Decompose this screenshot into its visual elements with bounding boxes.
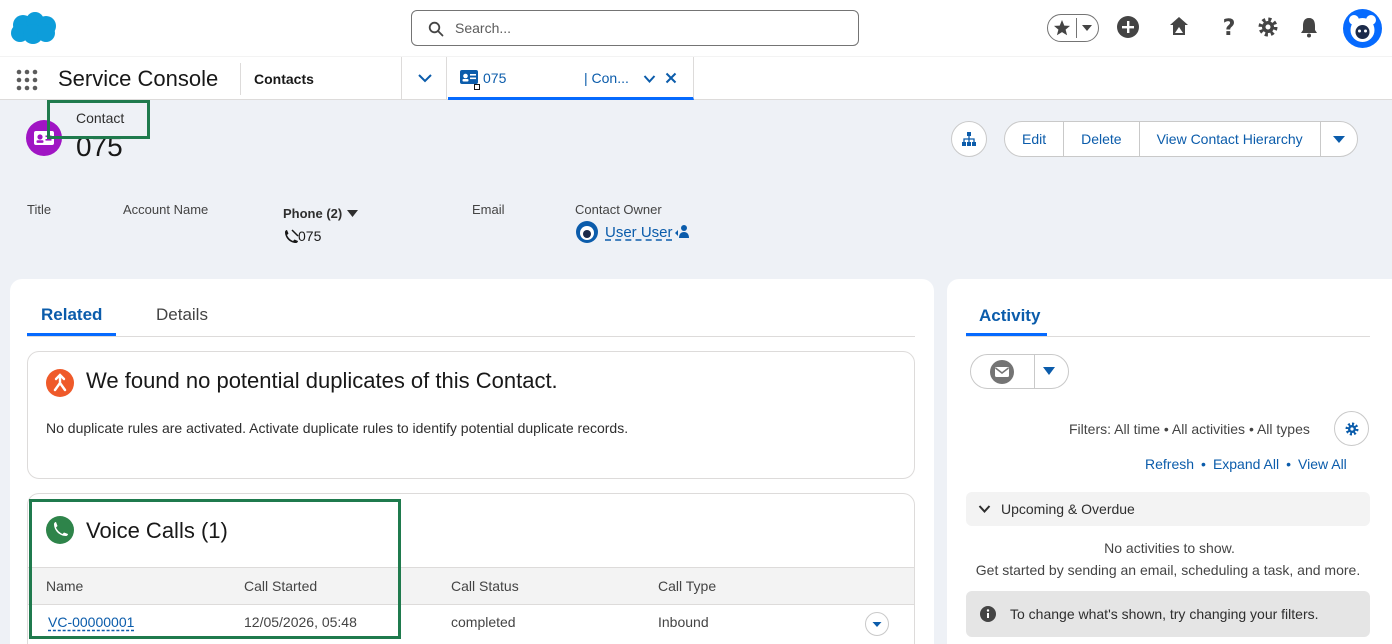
merge-icon — [53, 373, 67, 392]
divider — [1076, 18, 1077, 38]
field-label-contact-owner: Contact Owner — [575, 202, 662, 217]
field-label-title: Title — [27, 202, 52, 217]
filter-settings-button[interactable] — [1334, 411, 1369, 446]
svg-text:?: ? — [1223, 16, 1236, 40]
contact-owner-link[interactable]: User User — [605, 224, 673, 241]
row-actions-button[interactable] — [865, 612, 889, 636]
divider — [27, 336, 915, 337]
help-icon[interactable]: ? — [1216, 14, 1242, 40]
tab-label-suffix: | Con... — [584, 70, 629, 86]
duplicate-check-card: We found no potential duplicates of this… — [27, 351, 915, 479]
separator-dot: • — [1201, 456, 1206, 472]
workspace-tab-contact[interactable]: 075 | Con... — [448, 57, 694, 100]
more-actions-button[interactable] — [1321, 122, 1357, 156]
get-started-text: Get started by sending an email, schedul… — [975, 562, 1361, 578]
search-placeholder: Search... — [455, 20, 512, 36]
caret-down-icon[interactable] — [1042, 366, 1056, 377]
edit-button[interactable]: Edit — [1005, 122, 1065, 156]
nav-menu-button[interactable] — [401, 57, 447, 100]
view-all-link[interactable]: View All — [1298, 456, 1347, 472]
refresh-link[interactable]: Refresh — [1145, 456, 1194, 472]
gear-icon[interactable] — [1255, 14, 1281, 40]
divider — [240, 63, 241, 95]
caret-down-icon[interactable] — [1081, 23, 1093, 33]
user-avatar[interactable] — [1343, 9, 1382, 48]
phone-dropdown[interactable]: Phone (2) — [283, 206, 342, 221]
tab-label: 075 — [483, 70, 507, 86]
phone-value[interactable]: 075 — [298, 228, 321, 244]
view-contact-hierarchy-button[interactable]: View Contact Hierarchy — [1140, 122, 1321, 156]
app-name: Service Console — [58, 66, 219, 91]
astro-avatar-icon — [1349, 15, 1376, 42]
phone-icon — [285, 229, 299, 243]
app-nav-bar: Service Console Contacts 075 | Con... — [0, 56, 1392, 100]
owner-avatar-icon — [576, 221, 598, 243]
filter-info-text: To change what's shown, try changing you… — [1010, 606, 1319, 622]
salesforce-logo[interactable] — [8, 11, 58, 45]
nav-item-contacts[interactable]: Contacts — [254, 71, 314, 87]
app-launcher-icon[interactable] — [15, 68, 39, 92]
global-search-input[interactable]: Search... — [411, 10, 859, 46]
duplicate-icon — [46, 369, 74, 397]
highlight-box — [29, 499, 401, 639]
field-label-email: Email — [472, 202, 505, 217]
delete-button[interactable]: Delete — [1064, 122, 1140, 156]
duplicate-card-text: No duplicate rules are activated. Activa… — [46, 420, 629, 436]
activity-links: Refresh • Expand All • View All — [1145, 456, 1347, 472]
no-activities-text: No activities to show. — [1104, 540, 1235, 556]
caret-down-icon — [1332, 136, 1345, 143]
change-owner-icon[interactable] — [674, 224, 690, 240]
tab-details[interactable]: Details — [156, 305, 208, 325]
divider — [1034, 355, 1035, 388]
separator-dot: • — [1286, 456, 1292, 472]
email-icon[interactable] — [989, 360, 1015, 384]
highlight-box — [47, 100, 150, 139]
bell-icon[interactable] — [1296, 14, 1322, 40]
add-icon[interactable] — [1115, 14, 1141, 40]
chevron-down-icon[interactable] — [643, 74, 656, 84]
activity-filters-text: Filters: All time • All activities • All… — [1069, 421, 1310, 437]
expand-all-link[interactable]: Expand All — [1213, 456, 1279, 472]
trailhead-icon[interactable] — [1166, 14, 1192, 40]
star-icon[interactable] — [1051, 17, 1073, 39]
search-icon — [428, 21, 444, 37]
chevron-down-icon — [978, 505, 991, 513]
hierarchy-icon — [962, 132, 976, 146]
tab-activity[interactable]: Activity — [979, 306, 1040, 326]
favorites-button-group[interactable] — [1047, 14, 1099, 42]
record-actions: Edit Delete View Contact Hierarchy — [1004, 121, 1358, 157]
hierarchy-button[interactable] — [951, 121, 987, 157]
duplicate-card-title: We found no potential duplicates of this… — [86, 368, 558, 393]
close-icon[interactable] — [665, 72, 677, 84]
chevron-down-icon — [418, 74, 432, 83]
tab-related[interactable]: Related — [41, 305, 102, 325]
caret-down-icon — [872, 622, 882, 627]
contact-card-icon — [460, 70, 478, 84]
email-action-group[interactable] — [970, 354, 1069, 389]
filter-info-notice: To change what's shown, try changing you… — [966, 591, 1370, 637]
info-icon — [980, 606, 996, 622]
upcoming-overdue-section[interactable]: Upcoming & Overdue — [966, 492, 1370, 526]
call-type-cell: Inbound — [658, 614, 709, 630]
resize-handle — [474, 84, 480, 90]
column-header-call-type[interactable]: Call Type — [658, 578, 716, 594]
global-header: Search... ? — [0, 0, 1392, 56]
call-status-cell: completed — [451, 614, 516, 630]
caret-down-icon[interactable] — [346, 209, 359, 219]
column-header-call-status[interactable]: Call Status — [451, 578, 519, 594]
upcoming-overdue-label: Upcoming & Overdue — [1001, 501, 1135, 517]
gear-icon — [1345, 422, 1359, 436]
field-label-account-name: Account Name — [123, 202, 209, 217]
activity-card: Activity Filters: All time • All activit… — [947, 279, 1392, 644]
divider — [966, 336, 1370, 337]
